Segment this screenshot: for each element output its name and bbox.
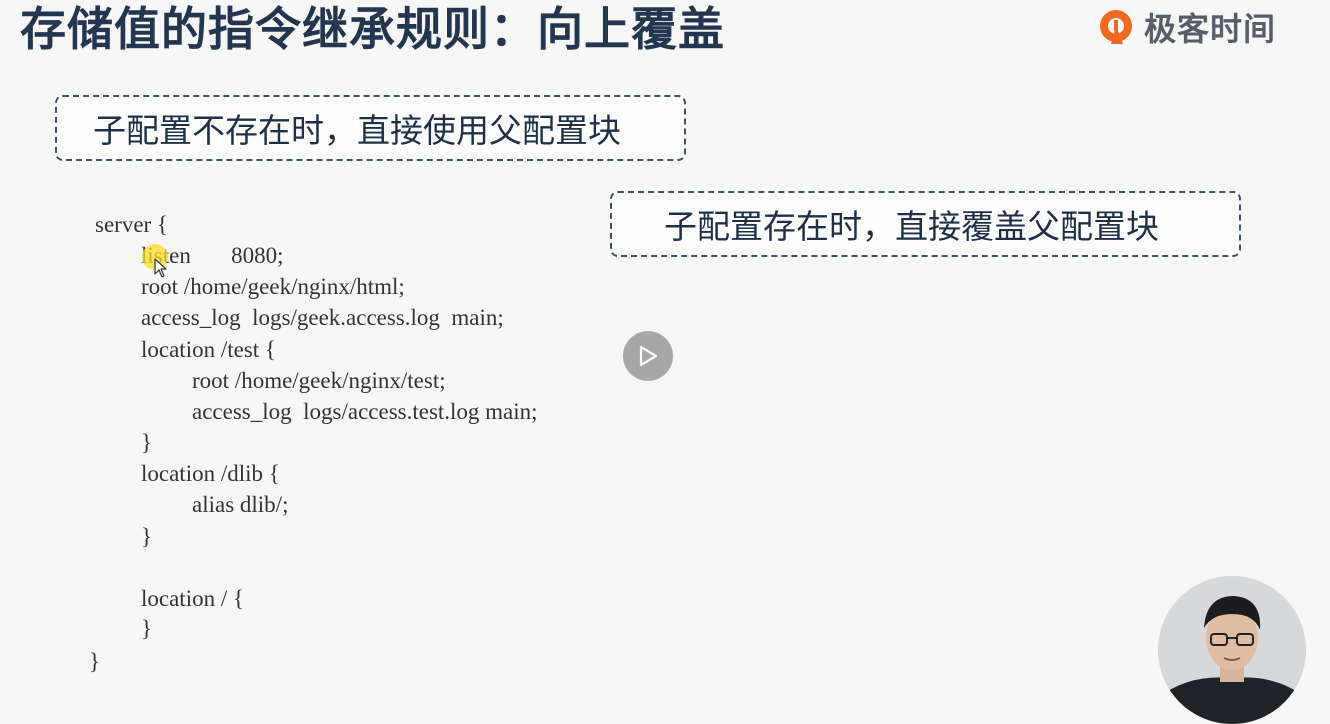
code-line: } [89, 649, 101, 674]
presenter-image [1158, 576, 1306, 724]
code-line: access_log logs/geek.access.log main; [141, 305, 504, 330]
play-icon [639, 345, 658, 367]
callout-text: 子配置不存在时，直接使用父配置块 [93, 111, 621, 150]
slide-title: 存储值的指令继承规则：向上覆盖 [20, 2, 725, 56]
code-line: server { [95, 212, 168, 237]
code-line: location /dlib { [141, 461, 280, 486]
play-button[interactable] [623, 331, 673, 381]
mouse-pointer-icon [154, 258, 167, 278]
code-line: root /home/geek/nginx/html; [141, 274, 405, 299]
code-line: } [141, 616, 153, 641]
brand-name: 极客时间 [1144, 10, 1277, 48]
code-line: location / { [141, 586, 245, 611]
presenter-video[interactable] [1158, 576, 1306, 724]
callout-child-config-present: 子配置存在时，直接覆盖父配置块 [610, 191, 1241, 257]
code-line: alias dlib/; [192, 492, 289, 517]
code-line: } [141, 430, 153, 455]
code-line: } [141, 524, 153, 549]
geektime-logo-icon [1100, 10, 1132, 44]
code-line: root /home/geek/nginx/test; [192, 368, 446, 393]
code-line: access_log logs/access.test.log main; [192, 399, 538, 424]
code-line: location /test { [141, 337, 276, 362]
callout-text: 子配置存在时，直接覆盖父配置块 [664, 207, 1159, 246]
brand-logo: 极客时间 [1096, 4, 1276, 50]
callout-child-config-absent: 子配置不存在时，直接使用父配置块 [55, 95, 686, 161]
